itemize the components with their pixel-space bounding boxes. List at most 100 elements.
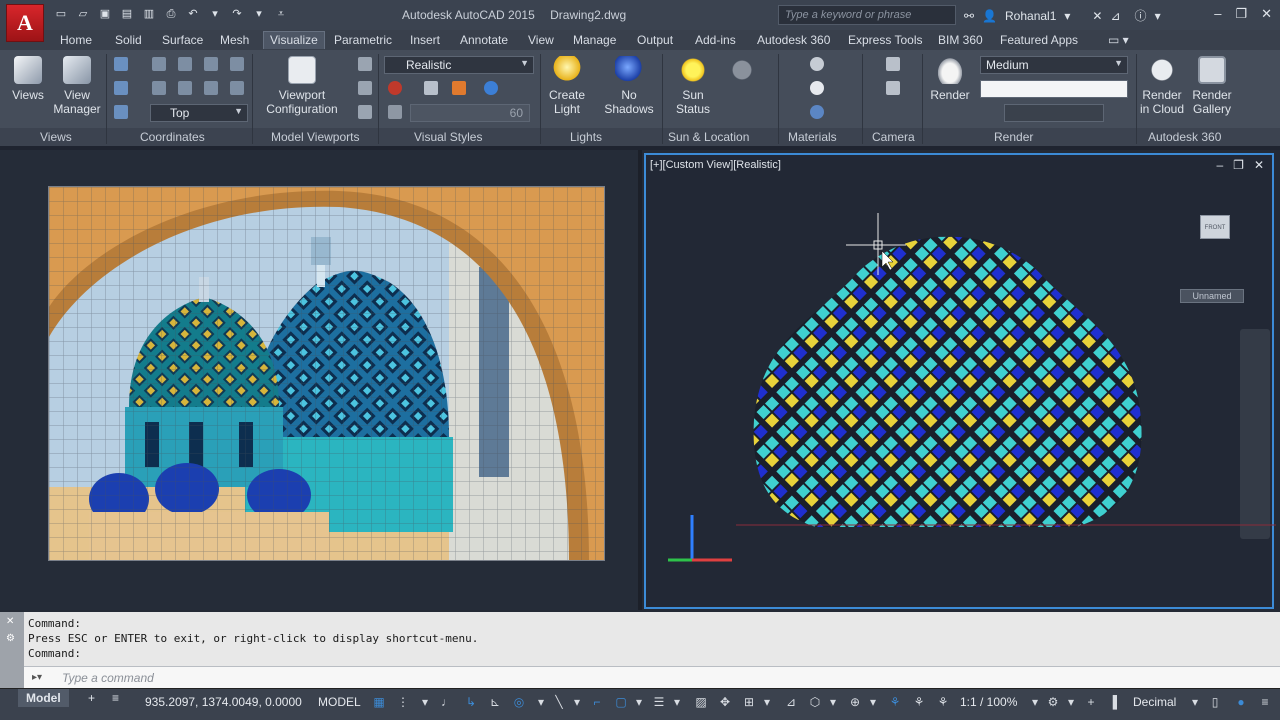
viewport-configuration-button[interactable]: Viewport Configuration — [262, 56, 342, 116]
selection-cycling-icon[interactable]: ✥ — [718, 695, 732, 709]
lineweight-dropdown-icon[interactable]: ▾ — [670, 695, 684, 709]
panel-materials[interactable]: Materials — [788, 130, 837, 144]
undo-dropdown-icon[interactable]: ▾ — [208, 7, 222, 21]
panel-sun-location[interactable]: Sun & Location — [668, 130, 749, 144]
panel-model-viewports[interactable]: Model Viewports — [271, 130, 360, 144]
object-snap-dropdown-icon[interactable]: ▾ — [632, 695, 646, 709]
help-search-input[interactable]: Type a keyword or phrase — [778, 5, 956, 25]
customize-command-icon[interactable]: ⚙ — [0, 631, 24, 646]
selection-filter-dropdown-icon[interactable]: ▾ — [826, 695, 840, 709]
ortho-icon[interactable]: ⊾ — [488, 695, 502, 709]
tab-solid[interactable]: Solid — [115, 32, 142, 50]
opacity-icon[interactable] — [388, 105, 402, 119]
create-camera-icon[interactable] — [886, 57, 900, 71]
scale-dropdown-icon[interactable]: ▾ — [1028, 695, 1042, 709]
create-light-button[interactable]: Create Light — [544, 56, 590, 116]
materials-editor-icon[interactable] — [810, 81, 824, 95]
tab-model-space[interactable]: Model — [18, 689, 69, 707]
help-icon[interactable]: ⓘ — [1135, 7, 1147, 24]
user-icon[interactable]: 👤 — [982, 9, 997, 23]
minimize-icon[interactable]: – — [1214, 6, 1221, 22]
user-dropdown-icon[interactable]: ▾ — [1064, 9, 1070, 23]
3d-osnap-icon[interactable]: ⊞ — [742, 695, 756, 709]
panel-camera[interactable]: Camera — [872, 130, 915, 144]
ucs-view-icon[interactable] — [230, 81, 244, 95]
polar-dropdown-icon[interactable]: ▾ — [534, 695, 548, 709]
face-color-icon[interactable] — [452, 81, 466, 95]
edge-effects-icon[interactable] — [388, 81, 402, 95]
close-icon[interactable]: ✕ — [1261, 6, 1272, 22]
quick-properties-icon[interactable]: ▯ — [1208, 695, 1222, 709]
dynamic-ucs-icon[interactable]: ⊿ — [784, 695, 798, 709]
tab-insert[interactable]: Insert — [410, 32, 440, 50]
views-button[interactable]: Views — [8, 56, 48, 102]
ucs-3point-icon[interactable] — [230, 57, 244, 71]
opacity-slider[interactable]: 60 — [410, 104, 530, 122]
command-prompt-icon[interactable]: ▸▾ — [32, 672, 42, 683]
sky-background-button[interactable] — [722, 56, 762, 88]
dome-3d-model[interactable] — [646, 155, 1276, 611]
help-dropdown-icon[interactable]: ▾ — [1155, 9, 1161, 23]
tab-mesh[interactable]: Mesh — [220, 32, 249, 50]
tab-home[interactable]: Home — [60, 32, 92, 50]
no-shadows-button[interactable]: No Shadows — [604, 56, 654, 116]
ucs-previous-icon[interactable] — [114, 105, 128, 119]
join-viewports-icon[interactable] — [358, 81, 372, 95]
render-quality-slider[interactable] — [1004, 104, 1104, 122]
model-space-toggle[interactable]: MODEL — [318, 695, 361, 709]
polar-tracking-icon[interactable]: ◎ — [512, 695, 526, 709]
isolate-objects-icon[interactable]: ● — [1234, 695, 1248, 709]
annotation-scale-icon[interactable]: ⚘ — [936, 695, 950, 709]
save-as-icon[interactable]: ▤ — [120, 7, 134, 21]
show-cameras-icon[interactable] — [886, 81, 900, 95]
tab-express-tools[interactable]: Express Tools — [848, 32, 922, 50]
render-in-cloud-button[interactable]: Render in Cloud — [1138, 56, 1186, 116]
annotation-monitor-icon[interactable]: + — [1084, 695, 1098, 709]
ucs-zaxis-icon[interactable] — [204, 57, 218, 71]
left-viewport[interactable] — [0, 150, 640, 610]
selection-filter-icon[interactable]: ⬡ — [808, 695, 822, 709]
units-dropdown-icon[interactable]: ▾ — [1188, 695, 1202, 709]
print-icon[interactable]: ⎙ — [164, 7, 178, 21]
3d-osnap-dropdown-icon[interactable]: ▾ — [760, 695, 774, 709]
gizmo-dropdown-icon[interactable]: ▾ — [866, 695, 880, 709]
ribbon-minimize-icon[interactable]: ▭ ▾ — [1108, 32, 1129, 50]
restore-icon[interactable]: ❐ — [1235, 6, 1247, 22]
undo-icon[interactable]: ↶ — [186, 7, 200, 21]
mosque-reference-image[interactable] — [48, 186, 605, 561]
application-menu-button[interactable]: A — [6, 4, 44, 42]
exchange-icon[interactable]: ✕ — [1092, 9, 1102, 23]
ucs-world-icon[interactable] — [152, 57, 166, 71]
viewport-splitter[interactable] — [638, 150, 642, 610]
cursor-coordinates[interactable]: 935.2097, 1374.0049, 0.0000 — [145, 695, 302, 709]
ucs-z-icon[interactable] — [204, 81, 218, 95]
close-command-icon[interactable]: ✕ — [0, 612, 24, 631]
annotation-visibility-icon[interactable]: ⚘ — [888, 695, 902, 709]
snap-dropdown-icon[interactable]: ▾ — [418, 695, 432, 709]
tab-add-ins[interactable]: Add-ins — [695, 32, 736, 50]
render-button[interactable]: Render — [928, 56, 972, 102]
ucs-x-icon[interactable] — [152, 81, 166, 95]
tab-bim-360[interactable]: BIM 360 — [938, 32, 983, 50]
layout-menu-icon[interactable]: ≡ — [104, 689, 127, 707]
right-viewport-active[interactable]: [+][Custom View][Realistic] – ❐ ✕ FRONT … — [644, 153, 1276, 611]
open-folder-icon[interactable]: ▱ — [76, 7, 90, 21]
stay-connected-icon[interactable]: ⊿ — [1110, 9, 1120, 23]
tab-manage[interactable]: Manage — [573, 32, 616, 50]
save-web-icon[interactable]: ▥ — [142, 7, 156, 21]
tab-parametric[interactable]: Parametric — [334, 32, 392, 50]
ucs-icon[interactable] — [114, 57, 128, 71]
panel-autodesk-360[interactable]: Autodesk 360 — [1148, 130, 1221, 144]
tab-surface[interactable]: Surface — [162, 32, 203, 50]
command-input[interactable]: Type a command — [24, 666, 1280, 688]
isodraft-dropdown-icon[interactable]: ▾ — [570, 695, 584, 709]
materials-browser-icon[interactable] — [810, 57, 824, 71]
tab-output[interactable]: Output — [637, 32, 673, 50]
ucs-y-icon[interactable] — [178, 81, 192, 95]
panel-visual-styles[interactable]: Visual Styles — [414, 130, 482, 144]
customization-icon[interactable]: ≡ — [1258, 695, 1272, 709]
view-combo[interactable]: Top ▼ — [150, 104, 248, 122]
panel-views[interactable]: Views — [40, 130, 72, 144]
add-layout-icon[interactable]: + — [80, 689, 103, 707]
isodraft-icon[interactable]: ╲ — [552, 695, 566, 709]
